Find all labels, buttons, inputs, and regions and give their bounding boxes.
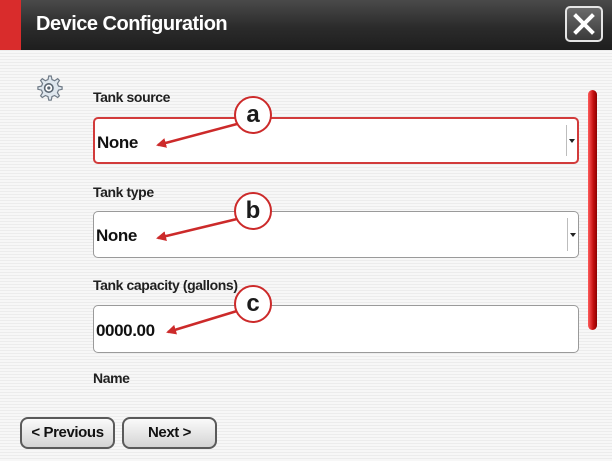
callout-b-label: b xyxy=(245,197,261,224)
next-button[interactable]: Next > xyxy=(122,417,217,449)
callout-b: b xyxy=(234,192,272,230)
arrow-c xyxy=(166,309,238,335)
arrow-a xyxy=(156,122,238,148)
callout-c: c xyxy=(234,285,272,323)
arrow-b xyxy=(156,217,238,241)
previous-button[interactable]: < Previous xyxy=(20,417,115,449)
callout-arrows xyxy=(156,122,238,335)
callout-c-label: c xyxy=(246,290,260,317)
callout-a-label: a xyxy=(246,101,260,128)
callout-a: a xyxy=(234,96,272,134)
device-configuration-dialog: Device Configuration Tank source None Ta… xyxy=(0,0,612,461)
